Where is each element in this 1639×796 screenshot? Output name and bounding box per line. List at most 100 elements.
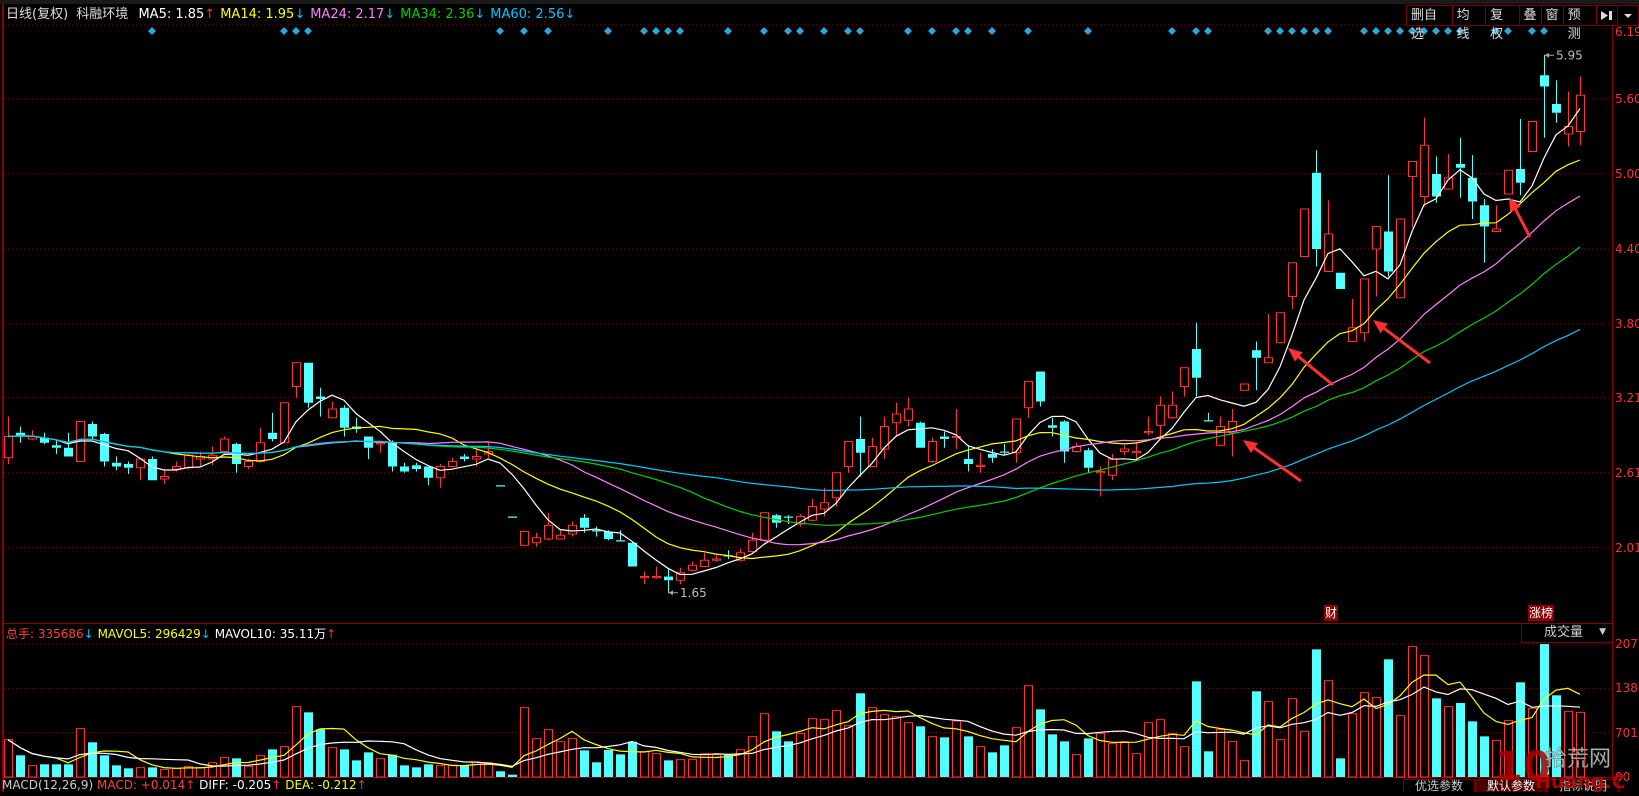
signal-marker-diamond <box>1204 27 1212 35</box>
ma-legend: MA5: 1.85↑ MA14: 1.95↓ MA24: 2.17↓ MA34: 2.… <box>138 7 580 22</box>
candle-body-down <box>616 540 625 542</box>
candle-body-up <box>1492 228 1501 232</box>
signal-marker-diamond <box>1168 27 1176 35</box>
volume-ma-line-mavol5 <box>7 674 1581 769</box>
signal-marker-diamond <box>928 27 936 35</box>
volume-bar-down <box>352 760 361 777</box>
arrow-down-icon: ↓ <box>200 627 211 641</box>
diff-value: DIFF: -0.205 <box>199 778 272 792</box>
price-tick-label: 5.60 <box>1615 92 1639 106</box>
volume-bar-down <box>100 755 109 777</box>
forecast-button[interactable]: 预测 <box>1563 6 1597 42</box>
candle-body-up <box>532 537 541 544</box>
candle-body-up <box>640 576 649 579</box>
volume-bar-up <box>220 757 229 778</box>
dropdown-arrow-icon: ▼ <box>1599 627 1606 637</box>
candle-body-down <box>1204 420 1213 422</box>
ma-legend-item: MA34: 2.36 <box>400 7 475 22</box>
candle-body-down <box>460 456 469 459</box>
macd-value: MACD: +0.014 <box>96 778 186 792</box>
tab-preferred-params[interactable]: 优选参数 <box>1403 779 1475 793</box>
volume-bar-up <box>1240 760 1249 778</box>
volume-ma-line-mavol10 <box>7 686 1581 768</box>
candle-body-down <box>964 459 973 464</box>
volume-bar-up <box>1444 706 1453 778</box>
candle-body-up <box>844 441 853 467</box>
ma-line-ma24 <box>7 195 1581 546</box>
candle-body-down <box>316 396 325 399</box>
candle-body-up <box>244 461 253 467</box>
candle-body-up <box>1504 169 1513 195</box>
signal-marker-diamond <box>1540 27 1548 35</box>
kline-chart[interactable]: 5.95 1.65 <box>0 0 1639 792</box>
ma-line-ma5 <box>7 108 1581 576</box>
volume-bar-up <box>1408 646 1417 778</box>
signal-marker-diamond <box>1372 27 1380 35</box>
jump-to-end-icon[interactable] <box>1597 6 1618 25</box>
volume-bar-down <box>16 755 25 777</box>
overlay-button[interactable]: 叠 <box>1519 6 1542 25</box>
volume-bar-up <box>928 736 937 778</box>
chevron-down-icon[interactable] <box>1618 6 1638 25</box>
dea-value: DEA: -0.212 <box>285 778 357 792</box>
volume-bar-down <box>1084 738 1093 777</box>
signal-marker-diamond <box>820 27 828 35</box>
annotation-arrow-head <box>1243 440 1258 453</box>
signal-marker-diamond <box>604 27 612 35</box>
candle-body-up <box>544 524 553 540</box>
ma-lines-button[interactable]: 均线 <box>1452 6 1487 42</box>
signal-marker-diamond <box>856 27 864 35</box>
candle-body-up <box>1180 367 1189 387</box>
signal-marker-diamond <box>652 27 660 35</box>
candle-body-down <box>664 576 673 581</box>
signal-marker-diamond <box>304 27 312 35</box>
annotation-arrow-shaft <box>1378 323 1431 365</box>
candle-body-down <box>1516 169 1525 183</box>
extreme-price-label: 5.95 <box>1556 48 1583 62</box>
candle-body-down <box>1552 104 1561 113</box>
volume-bar-down <box>1336 758 1345 777</box>
volume-bar-up <box>556 741 565 778</box>
volume-bar-up <box>688 758 697 778</box>
mavol5-value: MAVOL5: 296429 <box>97 627 201 641</box>
candle-body-down <box>916 422 925 448</box>
arrow-down-icon: ↓ <box>384 7 396 22</box>
volume-bar-down <box>124 768 133 777</box>
candle-body-down <box>1084 450 1093 468</box>
candle-body-up <box>184 454 193 469</box>
candle-body-up <box>172 466 181 470</box>
ma-line-ma14 <box>7 159 1581 560</box>
volume-bar-up <box>904 722 913 778</box>
volume-bar-up <box>436 765 445 778</box>
volume-bar-up <box>844 725 853 778</box>
signal-marker-diamond <box>676 27 684 35</box>
candle-body-down <box>1312 172 1321 249</box>
volume-bar-up <box>880 714 889 778</box>
candle-body-up <box>1120 448 1129 452</box>
event-label-finance[interactable]: 财 <box>1324 605 1339 621</box>
indicator-selector[interactable]: 成交量 ▼ <box>1521 623 1612 643</box>
remove-watchlist-button[interactable]: 删自选 <box>1407 6 1453 42</box>
window-button[interactable]: 窗 <box>1541 6 1564 25</box>
volume-bar-up <box>1108 743 1117 778</box>
volume-bar-down <box>964 736 973 777</box>
volume-bar-down <box>1480 736 1489 777</box>
candle-body-down <box>88 424 97 437</box>
volume-bar-up <box>868 707 877 778</box>
candle-body-up <box>688 564 697 571</box>
volume-bar-down <box>664 760 673 777</box>
volume-bar-down <box>88 742 97 777</box>
candle-body-down <box>412 465 421 469</box>
candle-body-down <box>1192 349 1201 378</box>
volume-bar-up <box>568 738 577 778</box>
adjust-price-button[interactable]: 复权 <box>1486 6 1520 42</box>
annotation-arrow-shaft <box>1293 351 1334 387</box>
candle-body-down <box>52 445 61 448</box>
extreme-pointer-arrow <box>1545 52 1549 58</box>
candle-body-up <box>1408 161 1417 177</box>
event-label-limit-up[interactable]: 涨榜 <box>1528 605 1555 621</box>
signal-marker-diamond <box>760 27 768 35</box>
indicator-selector-value: 成交量 <box>1544 625 1584 640</box>
volume-bar-down <box>916 726 925 777</box>
volume-bar-up <box>1216 729 1225 778</box>
